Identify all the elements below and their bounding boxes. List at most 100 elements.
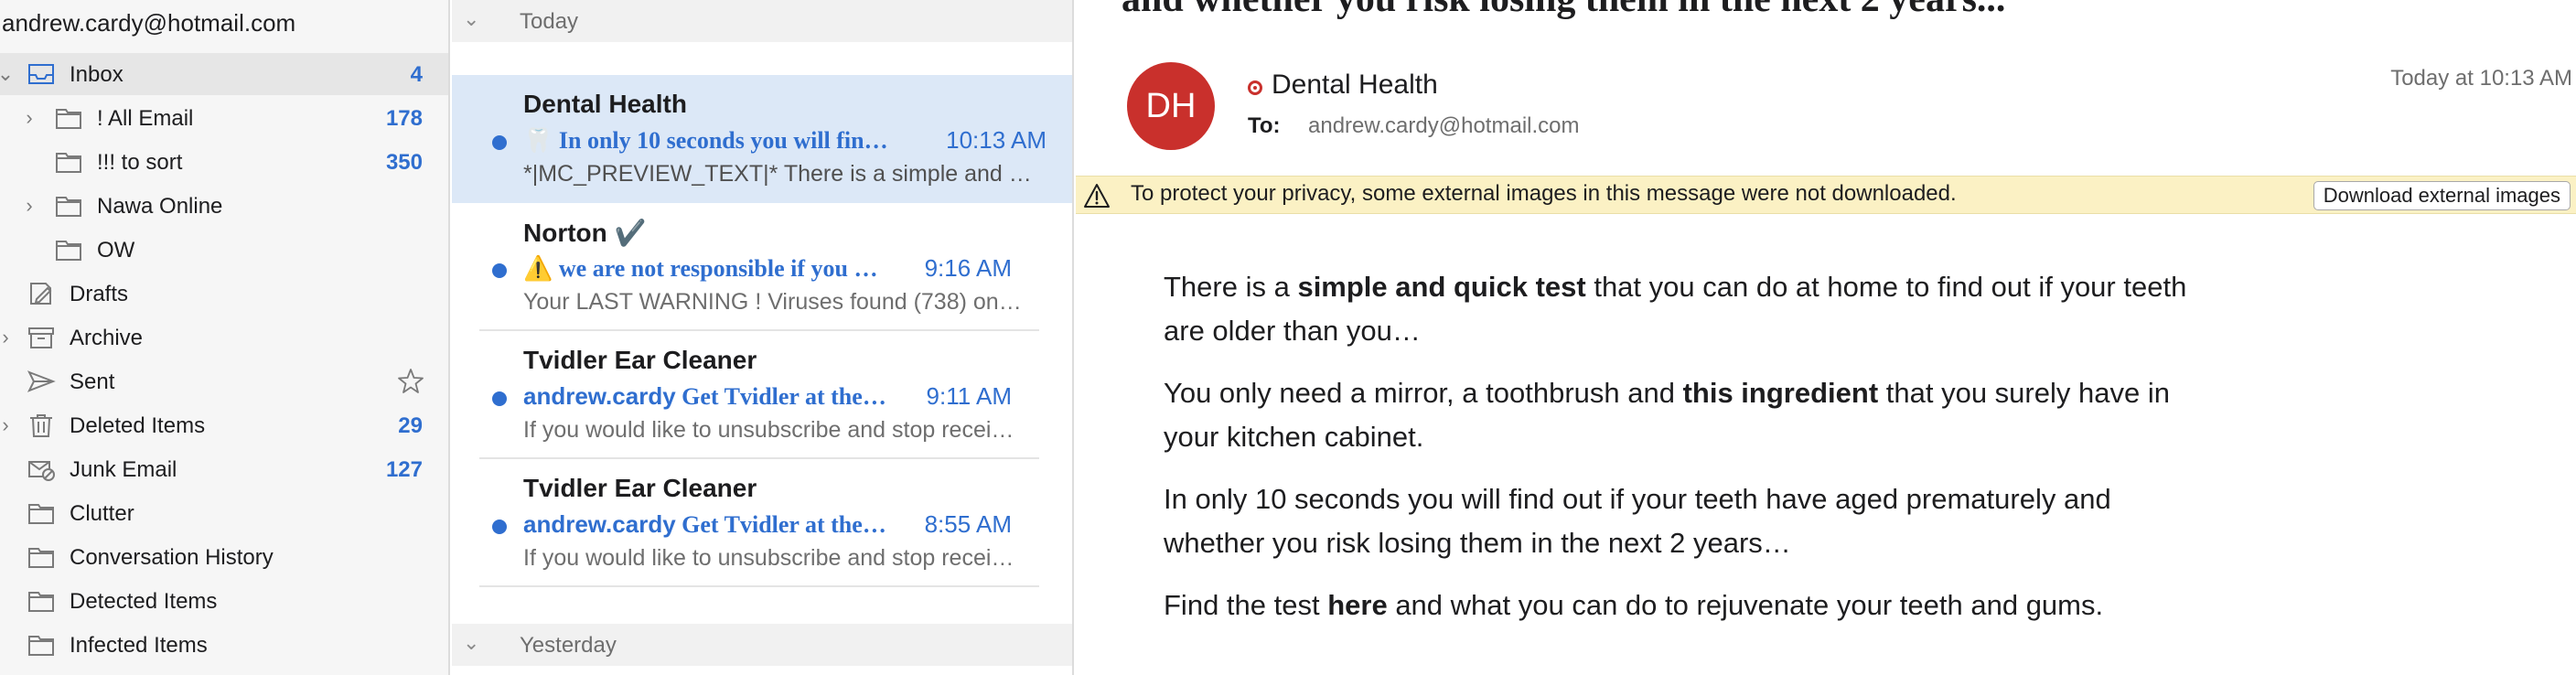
- message-list-item[interactable]: Norton ✔️ ⚠️ we are not responsible if yo…: [479, 203, 1039, 331]
- sender-name[interactable]: Dental Health: [1272, 70, 1438, 101]
- to-label: To:: [1248, 113, 1281, 138]
- folder-name: Infected Items: [70, 633, 208, 658]
- message-sender: Tvidler Ear Cleaner: [523, 474, 757, 502]
- unread-count-badge: 350: [385, 150, 423, 175]
- folder-name: Junk Email: [70, 457, 177, 482]
- message-time: 10:13 AM: [946, 126, 1046, 154]
- folder-item[interactable]: Clutter: [0, 492, 448, 534]
- trash-icon: [26, 412, 57, 438]
- message-list-item[interactable]: Dental Health 🦷 In only 10 seconds you wi…: [452, 75, 1072, 203]
- message-subject-preview: andrew.cardy Get Tvidler at the best pri…: [523, 382, 889, 411]
- warning-icon: [1084, 184, 1110, 208]
- folder-item[interactable]: › Deleted Items 29: [0, 404, 448, 446]
- message-subject: and whether you risk losing them in the …: [1122, 0, 2576, 26]
- group-header-yesterday[interactable]: ⌄ Yesterday: [452, 624, 1072, 666]
- message-preview: If you would like to unsubscribe and sto…: [523, 545, 1023, 571]
- folder-item[interactable]: › ! All Email 178: [0, 97, 448, 139]
- message-list-item[interactable]: Tvidler Ear Cleaner andrew.cardy Get Tvid…: [479, 331, 1039, 459]
- folder-item[interactable]: OW: [0, 229, 448, 271]
- body-paragraph: Find the test here and what you can do t…: [1164, 589, 2104, 621]
- subject-text: 🦷 In only 10 seconds you will find out i…: [523, 127, 889, 154]
- unread-dot-icon[interactable]: [492, 263, 507, 278]
- junk-icon: [26, 456, 57, 482]
- message-date: Today at 10:13 AM: [2390, 66, 2572, 91]
- unread-count-badge: 29: [398, 413, 423, 438]
- recipient-address[interactable]: andrew.cardy@hotmail.com: [1308, 113, 1579, 139]
- archive-icon: [26, 325, 57, 350]
- folder-name: Deleted Items: [70, 413, 206, 438]
- here-link[interactable]: here: [1327, 589, 1387, 621]
- message-time: 9:11 AM: [926, 382, 1012, 410]
- folder-item[interactable]: Infected Items: [0, 624, 448, 666]
- chevron-down-icon[interactable]: ⌄: [463, 631, 479, 655]
- folder-name: OW: [97, 238, 135, 262]
- chevron-right-icon[interactable]: ›: [20, 106, 38, 130]
- message-sender: Dental Health: [523, 90, 687, 118]
- chevron-right-icon[interactable]: ›: [0, 326, 15, 349]
- body-paragraph: You only need a mirror, a toothbrush and…: [1164, 377, 2170, 453]
- folder-item[interactable]: Drafts: [0, 273, 448, 315]
- inbox-icon: [26, 61, 57, 87]
- folder-item[interactable]: › Nawa Online: [0, 185, 448, 227]
- sent-icon: [26, 369, 57, 394]
- subject-text: Get Tvidler at the best price today: [682, 383, 889, 410]
- folder-item[interactable]: Detected Items: [0, 580, 448, 622]
- unread-status-icon[interactable]: [1248, 80, 1262, 95]
- message-subject-preview: 🦷 In only 10 seconds you will find out i…: [523, 126, 889, 155]
- privacy-warning-bar: To protect your privacy, some external i…: [1076, 176, 2576, 214]
- reading-pane: and whether you risk losing them in the …: [1076, 0, 2576, 675]
- group-label: Today: [520, 9, 579, 34]
- folder-name: Nawa Online: [97, 194, 223, 219]
- message-preview: If you would like to unsubscribe and sto…: [523, 417, 1023, 443]
- favorite-star-icon[interactable]: [397, 368, 424, 395]
- unread-dot-icon[interactable]: [492, 520, 507, 534]
- folder-icon: [26, 588, 57, 614]
- folder-item[interactable]: ⌄ Inbox 4: [0, 53, 448, 95]
- folder-item[interactable]: !!! to sort 350: [0, 141, 448, 183]
- unread-count-badge: 127: [385, 457, 423, 482]
- avatar[interactable]: DH: [1127, 62, 1215, 150]
- message-time: 9:16 AM: [924, 254, 1012, 282]
- folder-icon: [26, 500, 57, 526]
- privacy-warning-text: To protect your privacy, some external i…: [1131, 181, 1957, 206]
- message-subject-preview: ⚠️ we are not responsible if you do not …: [523, 254, 889, 283]
- subject-text: Get Tvidler at the best price today: [682, 511, 889, 538]
- unread-dot-icon[interactable]: [492, 391, 507, 406]
- group-header-today[interactable]: ⌄ Today: [452, 0, 1072, 42]
- folder-icon: [26, 632, 57, 658]
- message-preview: Your LAST WARNING ! Viruses found (738) …: [523, 289, 1023, 315]
- chevron-right-icon[interactable]: ›: [0, 413, 15, 437]
- chevron-down-icon[interactable]: ⌄: [463, 7, 479, 31]
- body-paragraph: In only 10 seconds you will find out if …: [1164, 483, 2111, 559]
- body-paragraph: There is a simple and quick test that yo…: [1164, 271, 2187, 347]
- folder-item[interactable]: Conversation History: [0, 536, 448, 578]
- folder-item[interactable]: › Archive: [0, 316, 448, 359]
- folder-name: Clutter: [70, 501, 134, 526]
- folder-item[interactable]: Junk Email 127: [0, 448, 448, 490]
- folder-name: !!! to sort: [97, 150, 183, 175]
- folder-name: Sent: [70, 370, 115, 394]
- group-label: Yesterday: [520, 633, 617, 658]
- message-list-item[interactable]: Tvidler Ear Cleaner andrew.cardy Get Tvid…: [479, 459, 1039, 587]
- folder-name: Inbox: [70, 62, 123, 87]
- message-time: 8:55 AM: [924, 510, 1012, 538]
- download-external-images-button[interactable]: Download external images: [2313, 181, 2571, 210]
- message-sender: Tvidler Ear Cleaner: [523, 346, 757, 374]
- folder-icon: [53, 105, 84, 131]
- unread-count-badge: 178: [385, 106, 423, 131]
- unread-count-badge: 4: [410, 62, 423, 87]
- folder-name: Drafts: [70, 282, 129, 306]
- folder-icon: [53, 193, 84, 219]
- folder-name: ! All Email: [97, 106, 194, 131]
- recipient-prefix: andrew.cardy: [523, 382, 676, 410]
- folder-item[interactable]: Sent: [0, 360, 448, 402]
- account-name[interactable]: andrew.cardy@hotmail.com: [2, 9, 295, 38]
- folder-icon: [53, 237, 84, 262]
- subject-text: ⚠️ we are not responsible if you do not …: [523, 255, 889, 282]
- chevron-down-icon[interactable]: ⌄: [0, 62, 15, 86]
- unread-dot-icon[interactable]: [492, 135, 507, 150]
- folder-icon: [53, 149, 84, 175]
- recipient-prefix: andrew.cardy: [523, 510, 676, 538]
- message-body: There is a simple and quick test that yo…: [1164, 265, 2206, 646]
- chevron-right-icon[interactable]: ›: [20, 194, 38, 218]
